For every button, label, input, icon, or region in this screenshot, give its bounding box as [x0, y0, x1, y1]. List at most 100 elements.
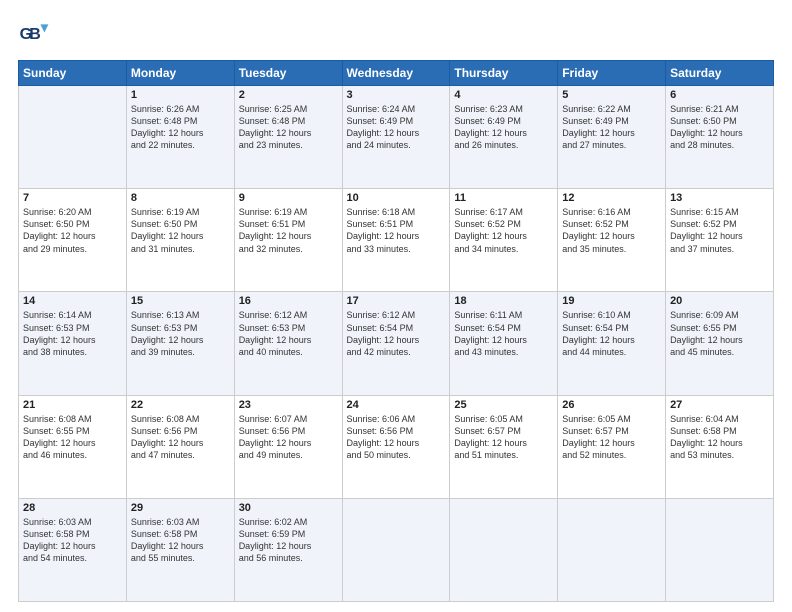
calendar-cell: 6 Sunrise: 6:21 AM Sunset: 6:50 PM Daylig… [666, 86, 774, 189]
calendar-cell: 26 Sunrise: 6:05 AM Sunset: 6:57 PM Dayli… [558, 395, 666, 498]
day-info: Sunrise: 6:05 AM Sunset: 6:57 PM Dayligh… [562, 413, 661, 462]
day-number: 12 [562, 192, 661, 204]
calendar-cell: 3 Sunrise: 6:24 AM Sunset: 6:49 PM Daylig… [342, 86, 450, 189]
day-info: Sunrise: 6:09 AM Sunset: 6:55 PM Dayligh… [670, 309, 769, 358]
calendar-cell [558, 498, 666, 601]
day-number: 25 [454, 399, 553, 411]
calendar-cell: 1 Sunrise: 6:26 AM Sunset: 6:48 PM Daylig… [126, 86, 234, 189]
day-info: Sunrise: 6:20 AM Sunset: 6:50 PM Dayligh… [23, 206, 122, 255]
calendar-cell: 10 Sunrise: 6:18 AM Sunset: 6:51 PM Dayli… [342, 189, 450, 292]
col-header-sunday: Sunday [19, 61, 127, 86]
day-info: Sunrise: 6:13 AM Sunset: 6:53 PM Dayligh… [131, 309, 230, 358]
day-number: 4 [454, 89, 553, 101]
day-info: Sunrise: 6:10 AM Sunset: 6:54 PM Dayligh… [562, 309, 661, 358]
day-number: 17 [347, 295, 446, 307]
day-number: 8 [131, 192, 230, 204]
calendar-cell: 5 Sunrise: 6:22 AM Sunset: 6:49 PM Daylig… [558, 86, 666, 189]
col-header-saturday: Saturday [666, 61, 774, 86]
calendar-cell: 16Sunrise: 6:12 AM Sunset: 6:53 PM Dayli… [234, 292, 342, 395]
calendar-cell: 13 Sunrise: 6:15 AM Sunset: 6:52 PM Dayli… [666, 189, 774, 292]
day-info: Sunrise: 6:03 AM Sunset: 6:58 PM Dayligh… [23, 516, 122, 565]
calendar-header-row: SundayMondayTuesdayWednesdayThursdayFrid… [19, 61, 774, 86]
day-number: 1 [131, 89, 230, 101]
calendar-week-3: 14Sunrise: 6:14 AM Sunset: 6:53 PM Dayli… [19, 292, 774, 395]
day-number: 9 [239, 192, 338, 204]
day-info: Sunrise: 6:03 AM Sunset: 6:58 PM Dayligh… [131, 516, 230, 565]
calendar-cell: 24Sunrise: 6:06 AM Sunset: 6:56 PM Dayli… [342, 395, 450, 498]
day-info: Sunrise: 6:05 AM Sunset: 6:57 PM Dayligh… [454, 413, 553, 462]
calendar-cell: 4 Sunrise: 6:23 AM Sunset: 6:49 PM Daylig… [450, 86, 558, 189]
day-info: Sunrise: 6:17 AM Sunset: 6:52 PM Dayligh… [454, 206, 553, 255]
day-number: 29 [131, 502, 230, 514]
day-info: Sunrise: 6:22 AM Sunset: 6:49 PM Dayligh… [562, 103, 661, 152]
calendar-cell: 2Sunrise: 6:25 AM Sunset: 6:48 PM Daylig… [234, 86, 342, 189]
calendar-cell: 22Sunrise: 6:08 AM Sunset: 6:56 PM Dayli… [126, 395, 234, 498]
calendar-cell: 30 Sunrise: 6:02 AM Sunset: 6:59 PM Dayli… [234, 498, 342, 601]
col-header-friday: Friday [558, 61, 666, 86]
header: G B [18, 18, 774, 50]
logo-icon: G B [18, 18, 50, 50]
day-number: 19 [562, 295, 661, 307]
col-header-monday: Monday [126, 61, 234, 86]
day-number: 18 [454, 295, 553, 307]
day-number: 6 [670, 89, 769, 101]
calendar-table: SundayMondayTuesdayWednesdayThursdayFrid… [18, 60, 774, 602]
day-number: 16 [239, 295, 338, 307]
day-info: Sunrise: 6:16 AM Sunset: 6:52 PM Dayligh… [562, 206, 661, 255]
calendar-cell: 21Sunrise: 6:08 AM Sunset: 6:55 PM Dayli… [19, 395, 127, 498]
day-info: Sunrise: 6:07 AM Sunset: 6:56 PM Dayligh… [239, 413, 338, 462]
calendar-cell: 11Sunrise: 6:17 AM Sunset: 6:52 PM Dayli… [450, 189, 558, 292]
day-number: 27 [670, 399, 769, 411]
day-number: 3 [347, 89, 446, 101]
day-number: 7 [23, 192, 122, 204]
col-header-tuesday: Tuesday [234, 61, 342, 86]
day-info: Sunrise: 6:26 AM Sunset: 6:48 PM Dayligh… [131, 103, 230, 152]
day-number: 5 [562, 89, 661, 101]
day-info: Sunrise: 6:11 AM Sunset: 6:54 PM Dayligh… [454, 309, 553, 358]
calendar-cell: 17 Sunrise: 6:12 AM Sunset: 6:54 PM Dayli… [342, 292, 450, 395]
logo: G B [18, 18, 54, 50]
day-info: Sunrise: 6:19 AM Sunset: 6:51 PM Dayligh… [239, 206, 338, 255]
calendar-week-1: 1 Sunrise: 6:26 AM Sunset: 6:48 PM Daylig… [19, 86, 774, 189]
day-number: 23 [239, 399, 338, 411]
day-info: Sunrise: 6:02 AM Sunset: 6:59 PM Dayligh… [239, 516, 338, 565]
calendar-cell: 7 Sunrise: 6:20 AM Sunset: 6:50 PM Daylig… [19, 189, 127, 292]
day-number: 24 [347, 399, 446, 411]
day-number: 20 [670, 295, 769, 307]
day-info: Sunrise: 6:19 AM Sunset: 6:50 PM Dayligh… [131, 206, 230, 255]
day-number: 26 [562, 399, 661, 411]
day-number: 28 [23, 502, 122, 514]
calendar-cell [19, 86, 127, 189]
col-header-thursday: Thursday [450, 61, 558, 86]
page: G B SundayMondayTuesdayWednesdayThursday… [0, 0, 792, 612]
day-number: 30 [239, 502, 338, 514]
calendar-cell: 27Sunrise: 6:04 AM Sunset: 6:58 PM Dayli… [666, 395, 774, 498]
day-number: 15 [131, 295, 230, 307]
day-number: 13 [670, 192, 769, 204]
day-number: 2 [239, 89, 338, 101]
col-header-wednesday: Wednesday [342, 61, 450, 86]
day-number: 14 [23, 295, 122, 307]
day-info: Sunrise: 6:21 AM Sunset: 6:50 PM Dayligh… [670, 103, 769, 152]
day-info: Sunrise: 6:23 AM Sunset: 6:49 PM Dayligh… [454, 103, 553, 152]
calendar-cell: 20 Sunrise: 6:09 AM Sunset: 6:55 PM Dayli… [666, 292, 774, 395]
calendar-cell [666, 498, 774, 601]
calendar-week-5: 28 Sunrise: 6:03 AM Sunset: 6:58 PM Dayli… [19, 498, 774, 601]
calendar-cell: 19 Sunrise: 6:10 AM Sunset: 6:54 PM Dayli… [558, 292, 666, 395]
calendar-cell: 15 Sunrise: 6:13 AM Sunset: 6:53 PM Dayli… [126, 292, 234, 395]
calendar-week-2: 7 Sunrise: 6:20 AM Sunset: 6:50 PM Daylig… [19, 189, 774, 292]
day-info: Sunrise: 6:18 AM Sunset: 6:51 PM Dayligh… [347, 206, 446, 255]
day-info: Sunrise: 6:15 AM Sunset: 6:52 PM Dayligh… [670, 206, 769, 255]
calendar-cell: 28 Sunrise: 6:03 AM Sunset: 6:58 PM Dayli… [19, 498, 127, 601]
calendar-cell: 14Sunrise: 6:14 AM Sunset: 6:53 PM Dayli… [19, 292, 127, 395]
day-info: Sunrise: 6:08 AM Sunset: 6:56 PM Dayligh… [131, 413, 230, 462]
calendar-cell: 18 Sunrise: 6:11 AM Sunset: 6:54 PM Dayli… [450, 292, 558, 395]
calendar-cell: 25 Sunrise: 6:05 AM Sunset: 6:57 PM Dayli… [450, 395, 558, 498]
day-info: Sunrise: 6:12 AM Sunset: 6:54 PM Dayligh… [347, 309, 446, 358]
calendar-cell: 8 Sunrise: 6:19 AM Sunset: 6:50 PM Daylig… [126, 189, 234, 292]
calendar-cell: 9 Sunrise: 6:19 AM Sunset: 6:51 PM Daylig… [234, 189, 342, 292]
day-info: Sunrise: 6:24 AM Sunset: 6:49 PM Dayligh… [347, 103, 446, 152]
svg-text:B: B [29, 26, 41, 43]
calendar-cell [342, 498, 450, 601]
day-number: 10 [347, 192, 446, 204]
